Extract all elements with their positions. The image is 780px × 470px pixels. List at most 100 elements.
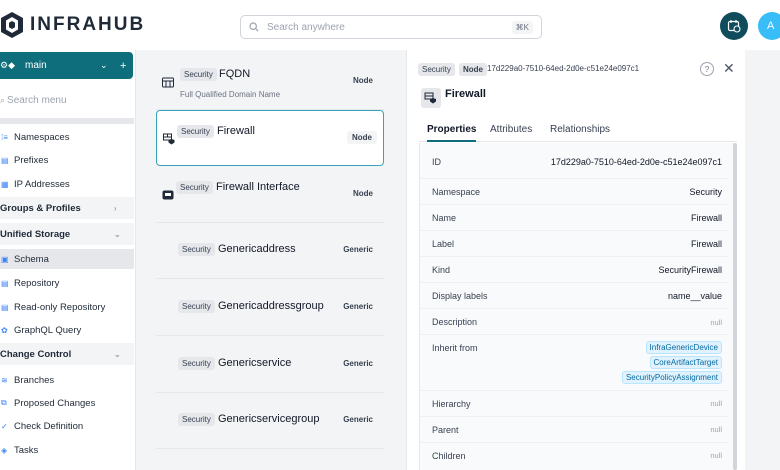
app-logo[interactable]: INFRAHUB: [0, 11, 145, 39]
read-only-repository-icon: ▤: [1, 302, 9, 312]
kind-badge: Node: [347, 131, 377, 144]
kind-badge: Node: [348, 187, 378, 200]
branch-name: main: [25, 60, 47, 71]
add-branch-button[interactable]: +: [120, 60, 126, 72]
search-icon: ⌕: [0, 94, 6, 105]
infrahub-logo-icon: [1, 12, 23, 38]
menu-search[interactable]: ⌕: [0, 92, 134, 108]
tab-properties[interactable]: Properties: [427, 124, 477, 142]
properties-scrollbar[interactable]: [733, 143, 737, 470]
schema-name: Genericaddressgroup: [218, 300, 324, 312]
sidebar-item-tasks[interactable]: ◈ Tasks: [0, 440, 134, 460]
property-label: ID: [432, 157, 441, 167]
global-search[interactable]: ⌘K: [240, 15, 542, 39]
tasks-icon: ◈: [1, 445, 8, 455]
schema-list-item-genericservice[interactable]: Security Genericservice Generic: [156, 337, 384, 393]
sidebar-item-label: Proposed Changes: [14, 397, 96, 409]
schema-name: Genericservicegroup: [218, 413, 320, 425]
property-value: null: [710, 451, 722, 460]
property-row-description: Description null: [420, 309, 728, 335]
property-row-inherit-from: Inherit from InfraGenericDevice CoreArti…: [420, 335, 728, 391]
sidebar-item-label: Read-only Repository: [14, 301, 106, 313]
sidebar-item-prefixes[interactable]: ▤ Prefixes: [0, 150, 134, 170]
app-name: INFRAHUB: [30, 14, 146, 35]
inherit-link-coreartifacttarget[interactable]: CoreArtifactTarget: [649, 356, 722, 369]
kind-badge: Generic: [338, 243, 378, 256]
sidebar-group-groups-profiles[interactable]: Groups & Profiles ›: [0, 197, 134, 219]
sidebar-item-read-only-repository[interactable]: ▤ Read-only Repository: [0, 297, 134, 317]
sidebar-group-change-control[interactable]: Change Control ⌄: [0, 343, 134, 365]
schema-detail-panel: Security Node 17d229a0-7510-64ed-2d0e-c5…: [406, 50, 745, 470]
schema-list-item-firewall[interactable]: Security Firewall Node: [156, 110, 384, 166]
property-label: Children: [432, 451, 466, 461]
search-icon: [249, 22, 259, 32]
property-label: Name: [432, 213, 457, 223]
repository-icon: ▤: [1, 278, 9, 288]
schema-list-item-fqdn[interactable]: Security FQDN Full Qualified Domain Name…: [156, 54, 384, 110]
search-shortcut: ⌘K: [511, 20, 533, 34]
schema-name: Genericaddress: [218, 243, 296, 255]
sidebar-item-graphql-query[interactable]: ✿ GraphQL Query: [0, 320, 134, 340]
schema-list-item-genericaddressgroup[interactable]: Security Genericaddressgroup Generic: [156, 280, 384, 336]
namespace-icon: ⁞≡: [1, 132, 8, 142]
tab-relationships[interactable]: Relationships: [550, 124, 610, 142]
sidebar-item-repository[interactable]: ▤ Repository: [0, 273, 134, 293]
properties-list: ID 17d229a0-7510-64ed-2d0e-c51e24e097c1 …: [419, 143, 733, 470]
inherit-link-securitypolicyassignment[interactable]: SecurityPolicyAssignment: [621, 371, 722, 384]
firewall-icon: [421, 88, 441, 108]
sidebar-item-proposed-changes[interactable]: ⧉ Proposed Changes: [0, 393, 134, 413]
proposed-changes-icon: ⧉: [1, 398, 7, 407]
schema-list: Security FQDN Full Qualified Domain Name…: [142, 50, 398, 470]
property-row-id: ID 17d229a0-7510-64ed-2d0e-c51e24e097c1: [420, 143, 728, 179]
sidebar-item-label: Repository: [14, 277, 60, 289]
schema-list-item-genericaddress[interactable]: Security Genericaddress Generic: [156, 223, 384, 279]
schema-icon: ▣: [1, 254, 9, 264]
calendar-clock-icon: [727, 20, 741, 33]
help-button[interactable]: ?: [700, 62, 714, 76]
property-value: SecurityFirewall: [658, 265, 722, 275]
user-avatar[interactable]: A: [758, 12, 780, 40]
prefix-icon: ▤: [1, 155, 9, 165]
sidebar-group-unified-storage[interactable]: Unified Storage ⌄: [0, 223, 134, 245]
kind-badge: Generic: [338, 300, 378, 313]
sidebar-item-ip-addresses[interactable]: ▦ IP Addresses: [0, 174, 134, 194]
namespace-badge: Security: [180, 68, 217, 81]
namespace-badge: Security: [176, 181, 213, 194]
property-value: null: [710, 399, 722, 408]
property-label: Namespace: [432, 187, 481, 197]
schema-list-item-firewall-interface[interactable]: Security Firewall Interface Node: [156, 167, 384, 223]
sidebar-item-branches[interactable]: ≋ Branches: [0, 370, 134, 390]
property-label: Hierarchy: [432, 399, 471, 409]
property-row-hierarchy: Hierarchy null: [420, 391, 728, 417]
schedule-button[interactable]: [720, 12, 748, 40]
schema-description: Full Qualified Domain Name: [180, 90, 281, 99]
schema-list-item-genericservicegroup[interactable]: Security Genericservicegroup Generic: [156, 393, 384, 449]
global-search-input[interactable]: [267, 21, 512, 33]
sidebar-item-label: Schema: [14, 253, 49, 265]
sidebar-item-namespaces[interactable]: ⁞≡ Namespaces: [0, 127, 134, 147]
property-value: Firewall: [690, 239, 722, 249]
property-value: name__value: [667, 291, 722, 301]
sidebar-item-check-definition[interactable]: ✓ Check Definition: [0, 416, 134, 436]
sidebar-item-label: Check Definition: [14, 420, 84, 432]
check-icon: ✓: [1, 421, 8, 431]
property-label: Parent: [432, 425, 459, 435]
sidebar: ⚙◆ main ⌄ + ⌕ ⁞≡ Namespaces ▤ Prefixes ▦…: [0, 50, 136, 470]
namespace-badge: Security: [178, 300, 215, 313]
schema-name: FQDN: [219, 68, 251, 80]
kind-badge: Node: [459, 63, 487, 76]
close-button[interactable]: ✕: [723, 60, 735, 77]
property-row-name: Name Firewall: [420, 205, 728, 231]
tab-attributes[interactable]: Attributes: [490, 124, 532, 142]
property-row-kind: Kind SecurityFirewall: [420, 257, 728, 283]
globe-icon: [162, 77, 174, 88]
sidebar-item-label: Branches: [14, 374, 55, 386]
namespace-badge: Security: [178, 243, 215, 256]
schema-title: Firewall: [445, 88, 486, 100]
kind-badge: Generic: [338, 357, 378, 370]
sidebar-item-schema[interactable]: ▣ Schema: [0, 249, 134, 269]
interface-icon: [162, 190, 174, 200]
menu-search-input[interactable]: [7, 94, 118, 106]
inherit-link-infragenericdevice[interactable]: InfraGenericDevice: [645, 341, 722, 354]
branch-selector[interactable]: ⚙◆ main ⌄ +: [0, 52, 133, 79]
